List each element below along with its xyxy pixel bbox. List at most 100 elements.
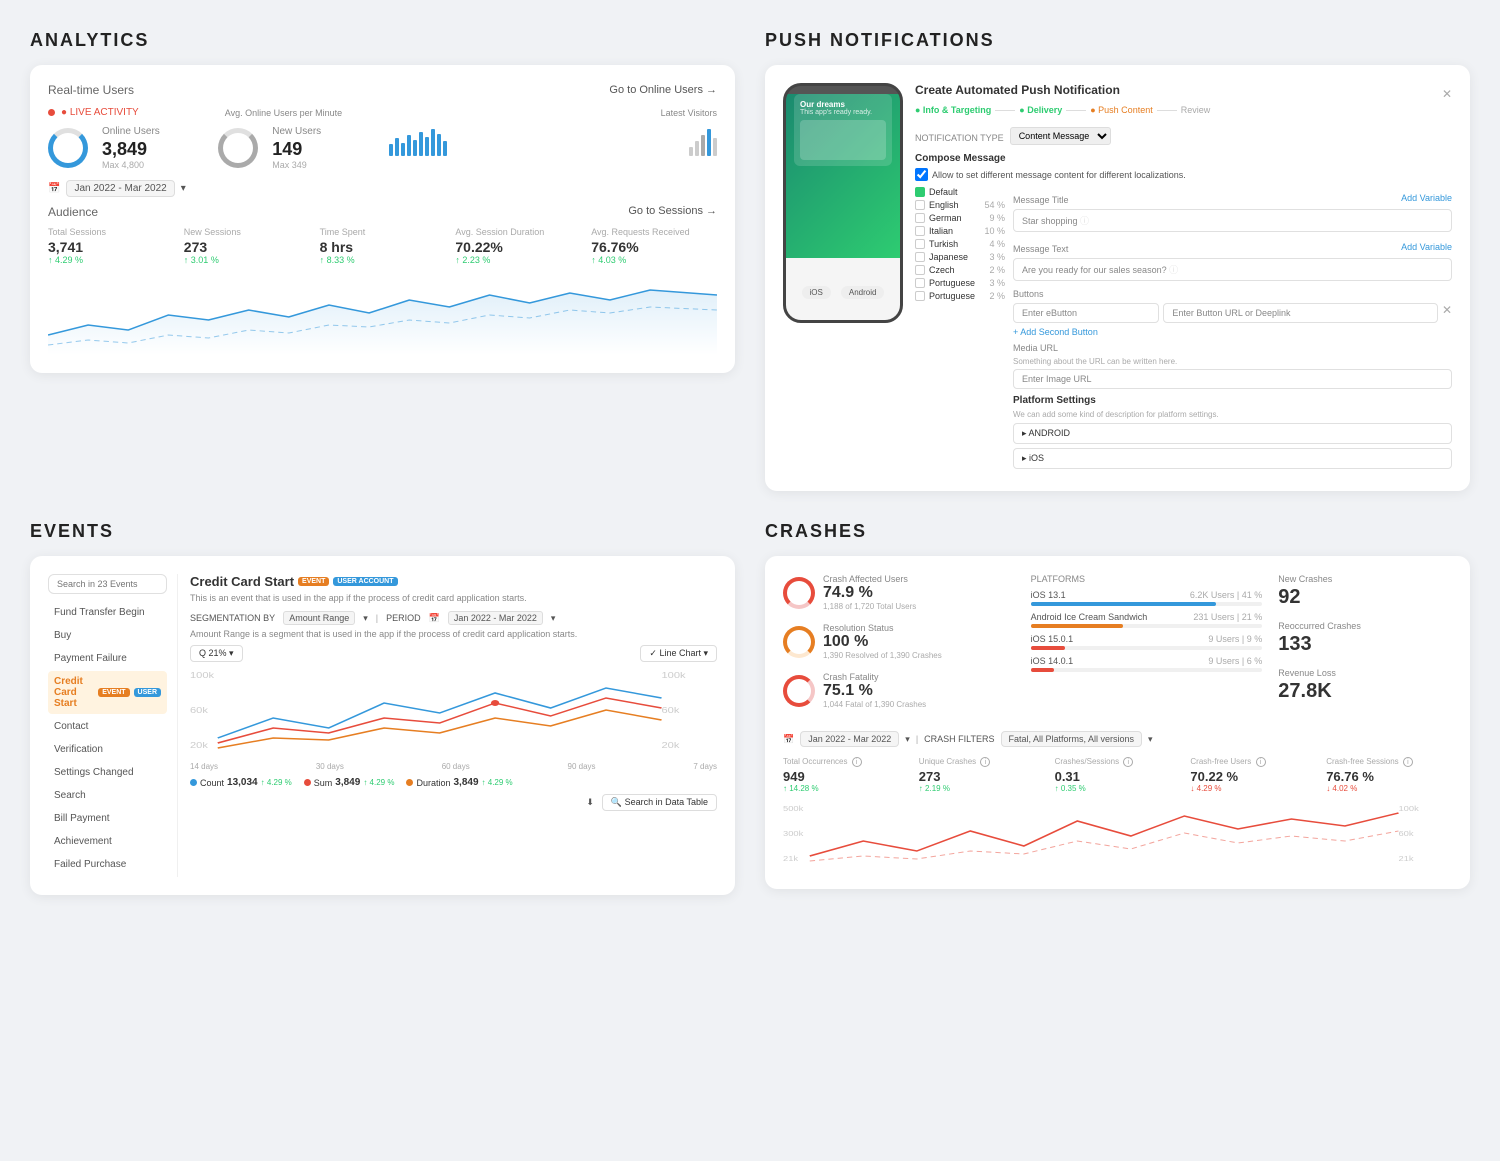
event-badge-event: EVENT bbox=[98, 688, 129, 697]
locale-port1: Portuguese 3 % bbox=[915, 278, 1005, 288]
android-btn[interactable]: Android bbox=[841, 286, 885, 299]
buttons-label: Buttons bbox=[1013, 289, 1452, 299]
fatality-donut bbox=[783, 675, 815, 707]
compose-label: Compose Message bbox=[915, 153, 1452, 164]
ios-btn[interactable]: iOS bbox=[802, 286, 831, 299]
locale-check-pt1[interactable] bbox=[915, 278, 925, 288]
add-variable-text-link[interactable]: Add Variable bbox=[1401, 242, 1452, 252]
analytics-card: Real-time Users Go to Online Users → ● L… bbox=[30, 65, 735, 373]
audience-metrics: Total Sessions 3,741 ↑ 4.29 % New Sessio… bbox=[48, 227, 717, 265]
crash-filters-value[interactable]: Fatal, All Platforms, All versions bbox=[1001, 731, 1143, 747]
step-push-content: ● Push Content bbox=[1090, 105, 1152, 115]
locale-name-en: English bbox=[929, 200, 959, 210]
event-contact[interactable]: Contact bbox=[48, 716, 167, 737]
resolution-donut bbox=[783, 626, 815, 658]
main-badge2: USER ACCOUNT bbox=[333, 577, 397, 586]
pct-control[interactable]: Q 21% ▾ bbox=[190, 645, 243, 662]
msg-title-input[interactable]: Star shopping ⓘ bbox=[1013, 209, 1452, 232]
events-search-input[interactable] bbox=[48, 574, 167, 594]
lbar-1 bbox=[689, 147, 693, 156]
date-badge[interactable]: Jan 2022 - Mar 2022 bbox=[66, 180, 174, 197]
locale-name-cs: Czech bbox=[929, 265, 955, 275]
goto-sessions-link[interactable]: Go to Sessions → bbox=[628, 205, 717, 219]
locale-check-en[interactable] bbox=[915, 200, 925, 210]
locale-check-ja[interactable] bbox=[915, 252, 925, 262]
ios-platform-row[interactable]: ▸ iOS bbox=[1013, 448, 1452, 469]
locale-pct-pt2: 2 % bbox=[989, 291, 1005, 301]
locale-name-pt1: Portuguese bbox=[929, 278, 975, 288]
push-steps: ● Info & Targeting ● Delivery ● Push Con… bbox=[915, 105, 1452, 115]
event-credit-card-start[interactable]: Credit Card Start EVENT USER bbox=[48, 671, 167, 714]
dropdown-icon[interactable]: ▾ bbox=[181, 183, 186, 194]
avg-duration: Avg. Session Duration 70.22% ↑ 2.23 % bbox=[455, 227, 581, 265]
remove-btn-icon[interactable]: ✕ bbox=[1442, 303, 1452, 323]
platforms-label: PLATFORMS bbox=[1031, 574, 1263, 584]
dropdown-crash-filters[interactable]: ▾ bbox=[1148, 734, 1153, 745]
crash-date-badge[interactable]: Jan 2022 - Mar 2022 bbox=[800, 731, 899, 747]
msg-text-input[interactable]: Are you ready for our sales season? ⓘ bbox=[1013, 258, 1452, 281]
locale-check-pt2[interactable] bbox=[915, 291, 925, 301]
notification-type-select[interactable]: Content Message bbox=[1010, 127, 1111, 145]
locale-check-de[interactable] bbox=[915, 213, 925, 223]
duration-label: Duration bbox=[416, 778, 450, 788]
cbm-unique-value: 273 bbox=[919, 769, 1045, 784]
close-button[interactable]: ✕ bbox=[1442, 87, 1452, 101]
duration-dot bbox=[406, 779, 413, 786]
event-payment-failure[interactable]: Payment Failure bbox=[48, 648, 167, 669]
step-line-2 bbox=[1066, 110, 1086, 111]
step-info: ● Info & Targeting bbox=[915, 105, 991, 115]
platform-android-name: Android Ice Cream Sandwich bbox=[1031, 612, 1148, 622]
revenue-loss-label: Revenue Loss bbox=[1278, 668, 1452, 678]
locale-pct-de: 9 % bbox=[989, 213, 1005, 223]
media-url-input[interactable]: Enter Image URL bbox=[1013, 369, 1452, 389]
locale-check-it[interactable] bbox=[915, 226, 925, 236]
dropdown-crash[interactable]: ▾ bbox=[905, 734, 910, 745]
btn-url-input[interactable]: Enter Button URL or Deeplink bbox=[1163, 303, 1438, 323]
seg-value[interactable]: Amount Range bbox=[283, 611, 355, 625]
event-search[interactable]: Search bbox=[48, 785, 167, 806]
period-label: PERIOD bbox=[386, 613, 421, 623]
seg-label: SEGMENTATION BY bbox=[190, 613, 275, 623]
event-achievement[interactable]: Achievement bbox=[48, 831, 167, 852]
new-sessions-value: 273 bbox=[184, 239, 310, 255]
locale-check-tr[interactable] bbox=[915, 239, 925, 249]
event-settings-changed[interactable]: Settings Changed bbox=[48, 762, 167, 783]
cbm-free-users-label: Crash-free Users i bbox=[1190, 757, 1316, 767]
count-change: ↑ 4.29 % bbox=[261, 778, 292, 787]
step-line-1 bbox=[995, 110, 1015, 111]
svg-text:20k: 20k bbox=[190, 741, 208, 750]
search-data-table[interactable]: 🔍 Search in Data Table bbox=[602, 794, 717, 811]
platform-ios13-name: iOS 13.1 bbox=[1031, 590, 1066, 600]
push-inner: Our dreams This app's ready ready. iOS A… bbox=[783, 83, 1452, 473]
goto-online-users-link[interactable]: Go to Online Users → bbox=[609, 84, 717, 96]
download-button[interactable]: ⬇ bbox=[586, 797, 594, 808]
platform-ios14-bar bbox=[1031, 668, 1054, 672]
legend-count: Count 13,034 ↑ 4.29 % bbox=[190, 777, 292, 788]
period-value[interactable]: Jan 2022 - Mar 2022 bbox=[448, 611, 543, 625]
new-users-donut bbox=[218, 128, 258, 168]
event-verification[interactable]: Verification bbox=[48, 739, 167, 760]
android-platform-row[interactable]: ▸ ANDROID bbox=[1013, 423, 1452, 444]
event-fund-transfer[interactable]: Fund Transfer Begin bbox=[48, 602, 167, 623]
time-spent: Time Spent 8 hrs ↑ 8.33 % bbox=[320, 227, 446, 265]
add-variable-title-link[interactable]: Add Variable bbox=[1401, 193, 1452, 203]
btn1-input[interactable]: Enter eButton bbox=[1013, 303, 1159, 323]
event-failed-purchase[interactable]: Failed Purchase bbox=[48, 854, 167, 875]
locale-check-cs[interactable] bbox=[915, 265, 925, 275]
event-bill-payment[interactable]: Bill Payment bbox=[48, 808, 167, 829]
allow-diff-checkbox[interactable] bbox=[915, 168, 928, 181]
main-badge1: EVENT bbox=[298, 577, 329, 586]
crash-left: Crash Affected Users 74.9 % 1,188 of 1,7… bbox=[783, 574, 1015, 721]
add-second-btn-link[interactable]: + Add Second Button bbox=[1013, 327, 1452, 337]
audience-header: Audience Go to Sessions → bbox=[48, 205, 717, 219]
legend-sum: Sum 3,849 ↑ 4.29 % bbox=[304, 777, 395, 788]
locale-check-default[interactable] bbox=[915, 187, 925, 197]
locale-czech: Czech 2 % bbox=[915, 265, 1005, 275]
phone-screen: Our dreams This app's ready ready. bbox=[786, 94, 900, 258]
chart-type-control[interactable]: ✓ Line Chart ▾ bbox=[640, 645, 717, 662]
time-spent-change: ↑ 8.33 % bbox=[320, 255, 446, 265]
events-section: EVENTS Fund Transfer Begin Buy Payment F… bbox=[30, 521, 735, 895]
resolution-pct: 100 % bbox=[823, 633, 942, 651]
cbm-total-occ: Total Occurrences i 949 ↑ 14.28 % bbox=[783, 757, 909, 793]
event-buy[interactable]: Buy bbox=[48, 625, 167, 646]
